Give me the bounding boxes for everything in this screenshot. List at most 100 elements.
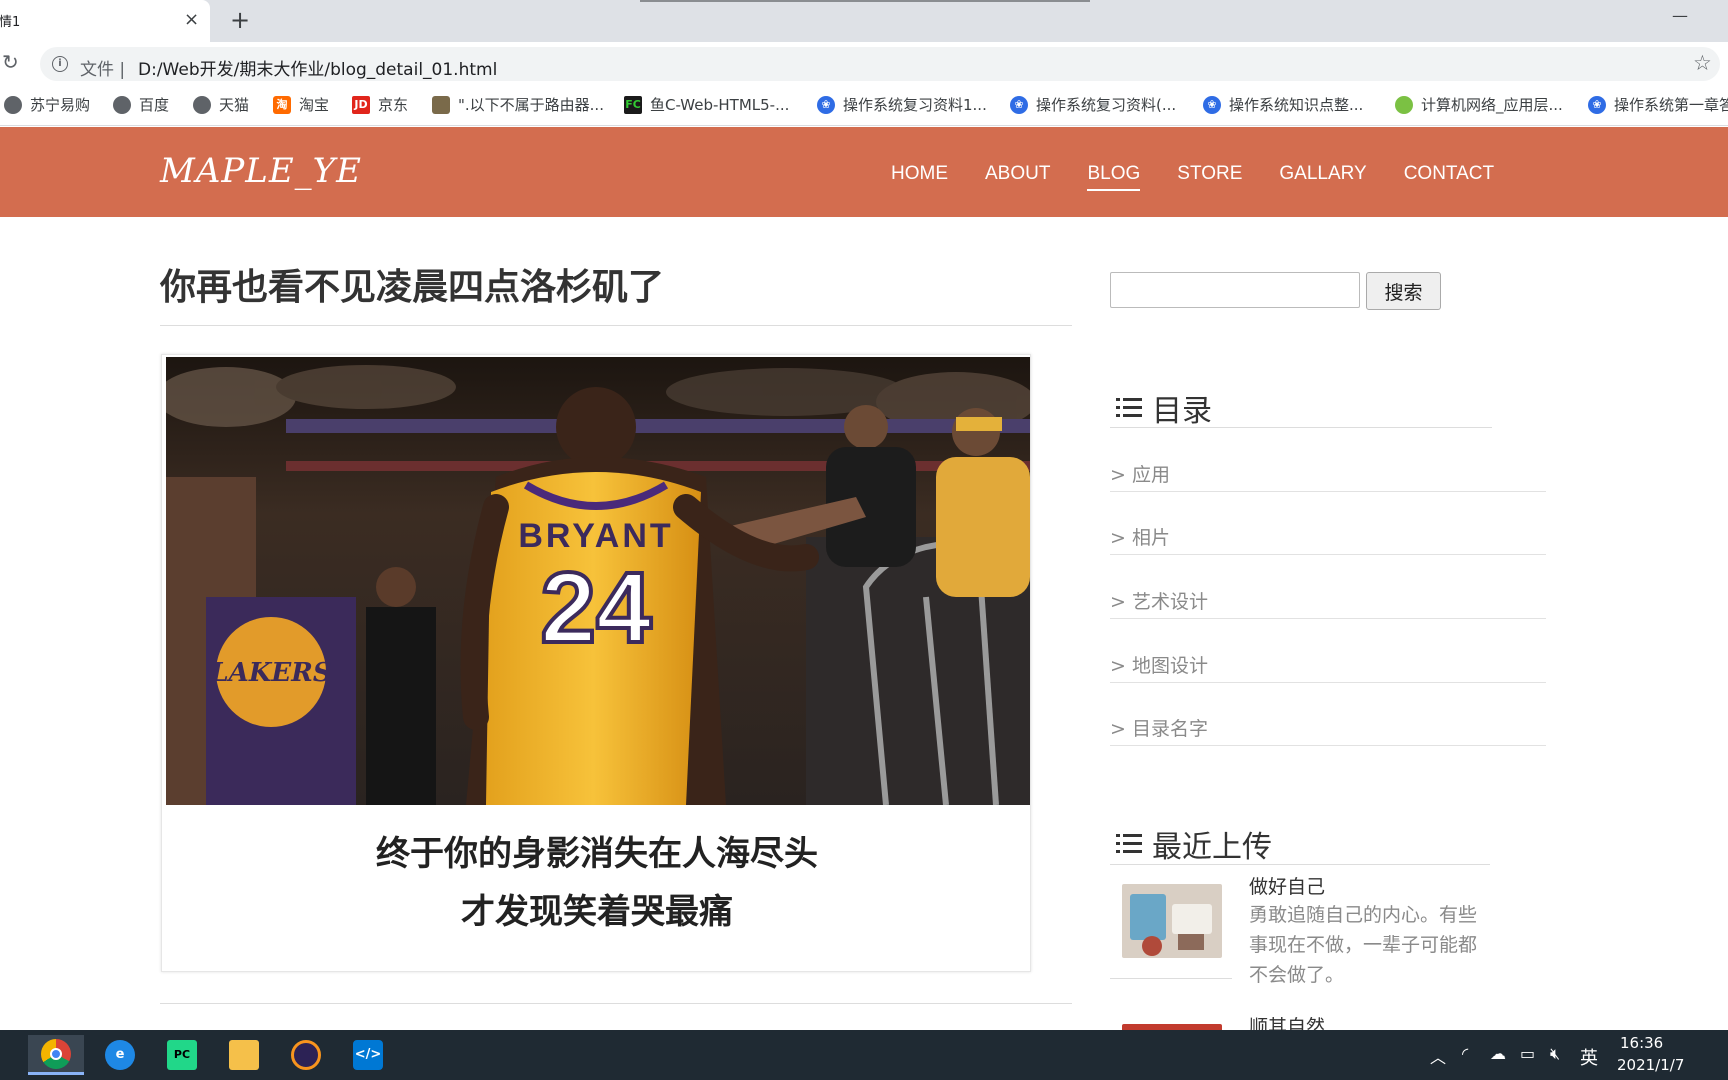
main-nav: HOME ABOUT BLOG STORE GALLARY CONTACT: [891, 163, 1494, 191]
category-label: > 应用: [1110, 464, 1170, 486]
bookmark-label: 天猫: [219, 96, 250, 114]
post-title: 你再也看不见凌晨四点洛杉矶了: [160, 267, 665, 308]
tab-title: 详情1: [0, 15, 21, 30]
minimize-icon[interactable]: —: [1672, 6, 1688, 25]
image-caption: 终于你的身影消失在人海尽头 才发现笑着哭最痛: [162, 825, 1032, 941]
windows-taskbar: e PC </> ︿ ◜ ☁ ▭ 🔇︎ 英: [0, 1030, 1728, 1080]
bookmark-label: 鱼C-Web-HTML5-...: [650, 96, 790, 114]
divider: [1110, 978, 1232, 979]
bookmark-label: 操作系统复习资料(...: [1036, 96, 1177, 114]
ime-indicator[interactable]: 英: [1580, 1044, 1598, 1070]
tab-scroll-indicator: [640, 0, 1090, 2]
category-item[interactable]: > 相片: [1110, 515, 1546, 555]
clock-date[interactable]: 2021/1/7: [1617, 1056, 1684, 1074]
bookmarks-bar: 苏宁易购 百度 天猫 淘淘宝 JD 京东 ".以下不属于路由器... FC 鱼C-W…: [0, 86, 1728, 126]
cloud-icon[interactable]: ☁: [1490, 1044, 1506, 1063]
bookmark-item[interactable]: 百度: [113, 94, 169, 115]
new-tab-icon[interactable]: +: [230, 6, 250, 34]
catalog-heading-label: 目录: [1152, 394, 1212, 429]
page-icon: [432, 95, 450, 114]
caption-line-1: 终于你的身影消失在人海尽头: [376, 834, 818, 874]
browser-tab[interactable]: 详情1 ×: [0, 0, 210, 42]
bookmark-label: 计算机网络_应用层...: [1421, 96, 1563, 114]
list-icon: [1116, 397, 1142, 419]
bookmark-item[interactable]: 天猫: [193, 94, 249, 115]
bookmark-item[interactable]: ❀ 操作系统知识点整...: [1203, 94, 1363, 115]
jersey-name-text: BRYANT: [518, 517, 673, 555]
divider: [160, 1003, 1072, 1004]
bookmark-label: 操作系统知识点整...: [1229, 96, 1364, 114]
url-text[interactable]: D:/Web开发/期末大作业/blog_detail_01.html: [138, 55, 497, 80]
globe-icon: [4, 95, 22, 114]
bookmark-label: 百度: [139, 96, 170, 114]
category-label: > 艺术设计: [1110, 591, 1208, 613]
bookmark-label: ".以下不属于路由器...: [458, 96, 604, 114]
paw-icon: ❀: [1203, 95, 1221, 114]
post-image-frame: LAKERS BRYANT 24 终于你的身影消失在人海尽头 才发现笑着哭最痛: [161, 354, 1031, 972]
close-tab-icon[interactable]: ×: [184, 9, 199, 30]
search-button[interactable]: 搜索: [1366, 272, 1441, 310]
bookmark-label: 苏宁易购: [30, 96, 91, 114]
nav-contact[interactable]: CONTACT: [1404, 163, 1494, 191]
url-scheme-label: 文件 |: [80, 60, 126, 80]
globe-icon: [113, 95, 131, 114]
bookmark-item[interactable]: 淘淘宝: [273, 94, 329, 115]
divider: [1110, 864, 1490, 865]
clock-time[interactable]: 16:36: [1620, 1034, 1663, 1052]
reload-icon[interactable]: ↻: [2, 50, 19, 74]
category-item[interactable]: > 艺术设计: [1110, 579, 1546, 619]
paw-icon: ❀: [1588, 95, 1606, 114]
catalog-heading: 目录: [1116, 386, 1212, 430]
category-item[interactable]: > 应用: [1110, 452, 1546, 492]
category-label: > 地图设计: [1110, 655, 1208, 677]
info-icon[interactable]: i: [52, 56, 68, 72]
bookmark-item[interactable]: FC 鱼C-Web-HTML5-...: [624, 94, 789, 115]
caption-line-2: 才发现笑着哭最痛: [461, 892, 733, 932]
fishc-icon: FC: [624, 95, 642, 114]
bookmark-item[interactable]: 计算机网络_应用层...: [1395, 94, 1563, 115]
eclipse-icon[interactable]: [278, 1035, 334, 1075]
edge-icon[interactable]: e: [92, 1035, 148, 1075]
nav-home[interactable]: HOME: [891, 163, 948, 191]
category-item[interactable]: > 地图设计: [1110, 643, 1546, 683]
bookmark-item[interactable]: ".以下不属于路由器...: [432, 94, 604, 115]
nav-store[interactable]: STORE: [1177, 163, 1242, 191]
lakers-banner-text: LAKERS: [209, 658, 331, 688]
site-logo[interactable]: MAPLE_YE: [160, 151, 362, 191]
paw-icon: ❀: [817, 95, 835, 114]
nav-gallary[interactable]: GALLARY: [1279, 163, 1366, 191]
bookmark-item[interactable]: 苏宁易购: [4, 94, 90, 115]
bookmark-item[interactable]: ❀ 操作系统复习资料(...: [1010, 94, 1176, 115]
bookmark-item[interactable]: ❀ 操作系统复习资料1...: [817, 94, 987, 115]
kobe-bryant-photo: LAKERS BRYANT 24: [166, 357, 1030, 805]
bookmark-star-icon[interactable]: ☆: [1693, 51, 1712, 75]
chevron-up-icon[interactable]: ︿: [1430, 1044, 1446, 1068]
bookmark-item[interactable]: ❀ 操作系统第一章答: [1588, 94, 1728, 115]
bookmark-label: 京东: [378, 96, 409, 114]
taobao-icon: 淘: [273, 95, 291, 114]
volume-mute-icon[interactable]: 🔇︎: [1550, 1044, 1560, 1064]
file-explorer-icon[interactable]: [216, 1035, 272, 1075]
bookmark-label: 操作系统第一章答: [1614, 96, 1728, 114]
bookmark-label: 淘宝: [299, 96, 330, 114]
battery-icon[interactable]: ▭: [1520, 1044, 1535, 1063]
category-label: > 相片: [1110, 527, 1170, 549]
list-icon: [1116, 833, 1142, 855]
address-bar[interactable]: i 文件 | D:/Web开发/期末大作业/blog_detail_01.htm…: [40, 47, 1720, 81]
vscode-icon[interactable]: </>: [340, 1035, 396, 1075]
wifi-icon[interactable]: ◜: [1462, 1044, 1468, 1063]
nav-about[interactable]: ABOUT: [985, 163, 1050, 191]
chrome-icon[interactable]: [28, 1035, 84, 1075]
divider: [1110, 427, 1492, 428]
category-label: > 目录名字: [1110, 718, 1208, 740]
search-input[interactable]: [1110, 272, 1360, 308]
recent-thumbnail[interactable]: [1122, 884, 1222, 958]
recent-post-title[interactable]: 做好自己: [1249, 872, 1325, 899]
jd-icon: JD: [352, 95, 370, 114]
category-item[interactable]: > 目录名字: [1110, 706, 1546, 746]
divider: [160, 325, 1072, 326]
nav-blog[interactable]: BLOG: [1087, 163, 1141, 191]
pycharm-icon[interactable]: PC: [154, 1035, 210, 1075]
bookmark-item[interactable]: JD 京东: [352, 94, 408, 115]
recent-post-description: 勇敢追随自己的内心。有些事现在不做，一辈子可能都不会做了。: [1249, 904, 1478, 986]
